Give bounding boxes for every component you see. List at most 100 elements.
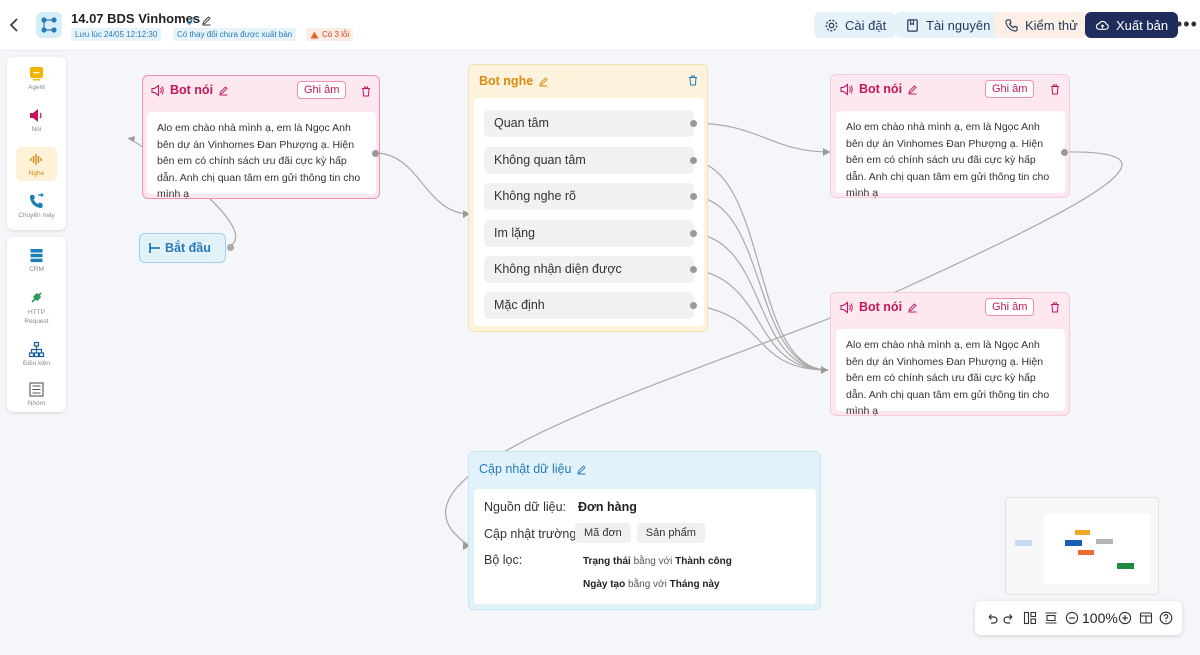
record-button[interactable]: Ghi âm (297, 81, 347, 99)
hierarchy-icon (28, 341, 45, 358)
zoom-level[interactable]: 100% (1082, 610, 1118, 626)
listen-option-silence[interactable]: Im lặng (484, 220, 694, 247)
start-flag-icon (149, 243, 160, 253)
filter-value: Thành công (675, 556, 732, 567)
bot-speak-2-output-port[interactable] (1061, 149, 1068, 156)
field-tag[interactable]: Mã đơn (575, 523, 631, 543)
bot-speak-2-header: Bot nói (840, 82, 918, 96)
bot-speak-2-message[interactable]: Alo em chào nhà mình ạ, em là Ngọc Anh b… (836, 111, 1065, 199)
delete-icon[interactable] (688, 75, 698, 86)
palette-label-speak: Nói (31, 126, 42, 133)
palette-item-listen[interactable]: Nghe (16, 147, 57, 181)
filter-value: Tháng này (669, 579, 720, 590)
phone-transfer-icon (30, 193, 44, 208)
bot-speak-1-header: Bot nói (151, 83, 229, 97)
zoom-in-icon[interactable] (1118, 611, 1132, 625)
edge-default-to-speak3 (691, 304, 829, 371)
soundwave-icon (30, 154, 42, 165)
minimap-node (1117, 563, 1134, 569)
minimap-node (1015, 540, 1032, 546)
fields-label: Cập nhật trường: (484, 527, 580, 541)
start-label: Bắt đầu (165, 241, 211, 255)
edit-icon[interactable] (907, 84, 918, 95)
bot-speak-1-output-port[interactable] (372, 150, 379, 157)
listen-port-default[interactable] (690, 302, 697, 309)
record-button[interactable]: Ghi âm (985, 298, 1035, 316)
filter-operator: bằng với (628, 579, 667, 590)
palette-item-speak[interactable]: Nói (7, 107, 66, 133)
start-output-port[interactable] (227, 244, 234, 251)
edge-interested-to-speak2 (691, 122, 831, 153)
redo-icon[interactable] (1002, 611, 1016, 625)
minimap-node (1096, 539, 1113, 544)
filter-row[interactable]: Ngày tạo bằng với Tháng này (583, 579, 720, 590)
database-icon (30, 249, 43, 263)
filter-field: Ngày tạo (583, 579, 626, 590)
bot-speak-1-message[interactable]: Alo em chào nhà mình ạ, em là Ngọc Anh b… (147, 112, 376, 200)
node-palette-secondary: CRM HTTP Request Điều kiện Nhóm (7, 237, 66, 412)
source-value[interactable]: Đơn hàng (578, 500, 637, 514)
listen-option-interested[interactable]: Quan tâm (484, 110, 694, 137)
speaker-outline-icon (840, 300, 853, 314)
edit-icon[interactable] (907, 302, 918, 313)
filter-row[interactable]: Trạng thái bằng với Thành công (583, 556, 732, 567)
palette-item-condition[interactable]: Điều kiện (7, 341, 66, 367)
minimap[interactable] (1005, 497, 1159, 595)
speaker-outline-icon (151, 83, 164, 97)
palette-item-http[interactable]: HTTP Request (7, 289, 66, 326)
align-icon[interactable] (1044, 611, 1058, 625)
help-icon[interactable] (1159, 611, 1173, 625)
edge-notheard-to-speak3 (691, 195, 829, 371)
bot-speak-node-3[interactable]: Bot nói Ghi âm Alo em chào nhà mình ạ, e… (830, 292, 1070, 417)
delete-icon[interactable] (361, 86, 371, 97)
minimap-viewport[interactable] (1044, 514, 1150, 584)
edit-icon[interactable] (576, 464, 587, 475)
plug-icon (31, 292, 42, 303)
minimap-node (1078, 550, 1094, 555)
bot-speak-node-1[interactable]: Bot nói Ghi âm Alo em chào nhà mình ạ, e… (142, 75, 380, 200)
listen-port-interested[interactable] (690, 120, 697, 127)
zoom-out-icon[interactable] (1065, 611, 1079, 625)
minimap-toggle-icon[interactable] (1139, 611, 1153, 625)
palette-label-transfer: Chuyển máy (18, 212, 55, 219)
bot-listen-body: Quan tâm Không quan tâm Không nghe rõ Im… (474, 98, 704, 326)
update-data-title: Cập nhật dữ liệu (479, 462, 572, 476)
filter-field: Trạng thái (583, 556, 631, 567)
listen-option-not-heard[interactable]: Không nghe rõ (484, 183, 694, 210)
listen-port-not-interested[interactable] (690, 157, 697, 164)
palette-item-transfer[interactable]: Chuyển máy (7, 193, 66, 219)
auto-layout-icon[interactable] (1023, 611, 1037, 625)
fields-tags: Mã đơn Sản phẩm (575, 523, 711, 543)
agent-icon (30, 67, 43, 81)
palette-item-agent[interactable]: Agent (7, 65, 66, 91)
source-label: Nguồn dữ liệu: (484, 500, 567, 514)
edit-icon[interactable] (538, 76, 549, 87)
listen-port-unrecognized[interactable] (690, 266, 697, 273)
delete-icon[interactable] (1050, 84, 1060, 95)
palette-label-crm: CRM (29, 266, 44, 273)
listen-option-unrecognized[interactable]: Không nhận diện được (484, 256, 694, 283)
bot-speak-3-header: Bot nói (840, 300, 918, 314)
listen-port-not-heard[interactable] (690, 193, 697, 200)
listen-option-not-interested[interactable]: Không quan tâm (484, 147, 694, 174)
bot-listen-node[interactable]: Bot nghe Quan tâm Không quan tâm Không n… (468, 64, 708, 332)
start-node[interactable]: Bắt đầu (139, 233, 234, 263)
speaker-icon (30, 109, 42, 122)
bot-listen-header: Bot nghe (479, 74, 549, 88)
undo-icon[interactable] (985, 611, 999, 625)
bot-speak-3-message[interactable]: Alo em chào nhà mình ạ, em là Ngọc Anh b… (836, 329, 1065, 417)
field-tag[interactable]: Sản phẩm (636, 523, 705, 543)
bot-speak-node-2[interactable]: Bot nói Ghi âm Alo em chào nhà mình ạ, e… (830, 74, 1070, 199)
delete-icon[interactable] (1050, 302, 1060, 313)
edit-icon[interactable] (218, 85, 229, 96)
palette-item-group[interactable]: Nhóm (7, 381, 66, 407)
listen-option-default[interactable]: Mặc định (484, 292, 694, 319)
record-button[interactable]: Ghi âm (985, 80, 1035, 98)
edge-speak1-to-listen (374, 152, 471, 215)
palette-label-agent: Agent (28, 84, 45, 91)
bot-speak-1-title: Bot nói (170, 83, 214, 97)
palette-item-crm[interactable]: CRM (7, 247, 66, 273)
listen-port-silence[interactable] (690, 230, 697, 237)
palette-label-group: Nhóm (27, 400, 46, 407)
update-data-node[interactable]: Cập nhật dữ liệu Nguồn dữ liệu: Đơn hàng… (468, 451, 821, 610)
